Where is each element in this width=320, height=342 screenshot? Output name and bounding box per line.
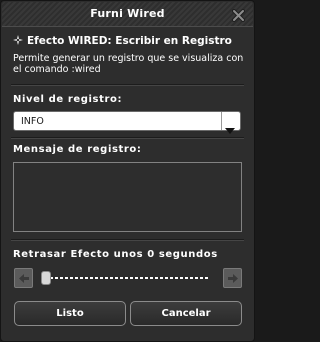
arrow-right-icon [228, 274, 238, 283]
wired-effect-dialog: Furni Wired Efecto WIRED: Escribir en Re… [0, 0, 255, 342]
delay-slider-handle[interactable] [41, 271, 51, 285]
delay-slider-track[interactable] [45, 277, 210, 279]
log-level-label: Nivel de registro: [13, 94, 123, 105]
message-textarea[interactable] [13, 162, 242, 232]
dropdown-divider [221, 112, 222, 130]
effect-description: Permite generar un registro que se visua… [13, 53, 244, 75]
chevron-down-icon[interactable] [225, 119, 235, 134]
divider [11, 137, 244, 139]
title-bar[interactable]: Furni Wired [2, 2, 253, 27]
effect-title: Efecto WIRED: Escribir en Registro [27, 35, 232, 47]
window-title: Furni Wired [90, 7, 165, 20]
log-level-selected: INFO [21, 116, 44, 127]
message-label: Mensaje de registro: [13, 144, 142, 155]
log-level-dropdown[interactable]: INFO [13, 111, 241, 134]
ok-button[interactable]: Listo [14, 301, 126, 326]
wired-star-icon [13, 35, 23, 45]
delay-increase-button[interactable] [223, 268, 242, 288]
delay-label: Retrasar Efecto unos 0 segundos [13, 249, 218, 260]
effect-heading: Efecto WIRED: Escribir en Registro [13, 35, 248, 47]
divider [11, 239, 244, 241]
close-icon[interactable] [232, 7, 245, 22]
cancel-button[interactable]: Cancelar [130, 301, 242, 326]
divider [11, 84, 244, 86]
arrow-left-icon [19, 274, 29, 283]
delay-decrease-button[interactable] [14, 268, 33, 288]
